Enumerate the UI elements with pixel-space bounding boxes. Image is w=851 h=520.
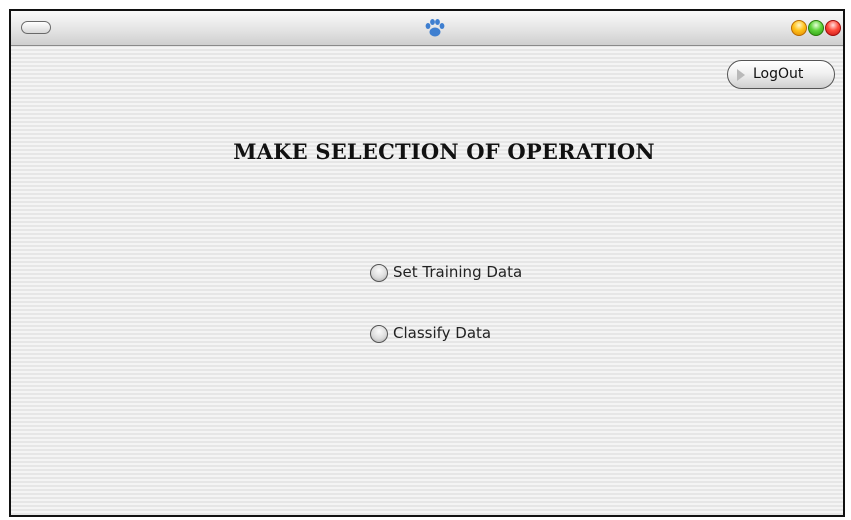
minimize-button[interactable] [791, 20, 807, 36]
app-window: LogOut MAKE SELECTION OF OPERATION Set T… [9, 9, 845, 517]
radio-label: Classify Data [393, 324, 492, 342]
page-title: MAKE SELECTION OF OPERATION [233, 139, 655, 164]
paw-icon [425, 19, 445, 37]
radio-button[interactable] [370, 325, 388, 343]
logout-label: LogOut [753, 66, 804, 82]
close-button[interactable] [825, 20, 841, 36]
radio-label: Set Training Data [393, 263, 523, 281]
play-icon [737, 69, 745, 81]
logout-button[interactable]: LogOut [727, 60, 835, 89]
radio-button[interactable] [370, 264, 388, 282]
maximize-button[interactable] [808, 20, 824, 36]
toolbar-toggle-button[interactable] [21, 21, 51, 34]
title-bar[interactable] [11, 11, 843, 46]
